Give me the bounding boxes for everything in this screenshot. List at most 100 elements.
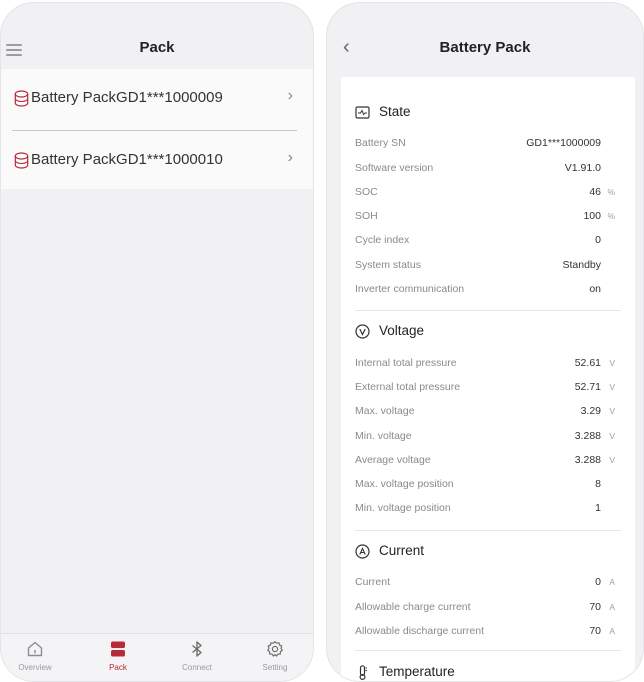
list-item[interactable]: Battery PackGD1***1000010 ›: [1, 131, 313, 191]
row-label: Current: [355, 576, 391, 588]
info-row: Average voltage 3.288 V: [355, 454, 615, 470]
page-title: Pack: [139, 39, 175, 56]
tab-label: Pack: [109, 663, 127, 672]
chevron-right-icon: ›: [287, 87, 293, 104]
page-title: Battery Pack: [439, 39, 531, 56]
row-label: Allowable charge current: [355, 601, 471, 613]
tab-overview[interactable]: Overview: [5, 634, 65, 681]
section-title: State: [379, 104, 411, 119]
divider: [355, 310, 621, 311]
info-row: System status Standby: [355, 259, 615, 275]
row-label: System status: [355, 259, 421, 271]
tab-connect[interactable]: Connect: [167, 634, 227, 681]
row-value: 100: [583, 210, 601, 222]
info-row: Allowable charge current 70 A: [355, 601, 615, 617]
row-unit: %: [607, 211, 615, 221]
row-label: Inverter communication: [355, 283, 465, 295]
row-value: 3.29: [580, 405, 601, 417]
voltage-icon: [355, 324, 370, 339]
tab-label: Overview: [18, 663, 52, 672]
row-value: 8: [595, 478, 601, 490]
row-unit: %: [607, 187, 615, 197]
row-value: V1.91.0: [564, 162, 601, 174]
row-label: Average voltage: [355, 454, 431, 466]
battery-pack-detail-screen: ‹ Battery Pack State Battery SN GD1***10…: [326, 2, 644, 682]
row-value: 1: [595, 502, 601, 514]
row-value: 52.61: [574, 357, 601, 369]
info-row: Allowable discharge current 70 A: [355, 625, 615, 641]
thermometer-icon: [359, 665, 367, 680]
gear-icon: [267, 640, 283, 657]
info-row: SOH 100 %: [355, 210, 615, 226]
row-label: Battery SN: [355, 137, 406, 149]
row-label: Software version: [355, 162, 434, 174]
row-label: Cycle index: [355, 234, 410, 246]
row-value: 46: [589, 186, 601, 198]
tab-pack[interactable]: Pack: [88, 634, 148, 681]
row-label: Max. voltage position: [355, 478, 454, 490]
row-label: Max. voltage: [355, 405, 415, 417]
pack-item-label: Battery PackGD1***1000010: [31, 151, 223, 168]
section-title: Temperature: [379, 664, 455, 679]
list-item[interactable]: Battery PackGD1***1000009 ›: [1, 69, 313, 129]
divider: [355, 650, 621, 651]
tab-bar: Overview Pack Connect Setting: [1, 633, 313, 681]
row-unit: V: [609, 455, 615, 465]
header: Pack: [1, 3, 313, 69]
state-monitor-icon: [355, 106, 370, 119]
tab-setting[interactable]: Setting: [245, 634, 305, 681]
pack-list: Battery PackGD1***1000009 › Battery Pack…: [1, 69, 313, 189]
section-title: Voltage: [379, 323, 425, 338]
row-unit: A: [609, 626, 615, 636]
current-icon: [355, 544, 370, 559]
info-row: Internal total pressure 52.61 V: [355, 357, 615, 373]
row-label: SOH: [355, 210, 378, 222]
row-value: GD1***1000009: [526, 137, 601, 149]
row-label: Internal total pressure: [355, 357, 457, 369]
row-unit: A: [609, 602, 615, 612]
row-label: External total pressure: [355, 381, 461, 393]
header: ‹ Battery Pack: [327, 3, 643, 77]
row-label: Min. voltage position: [355, 502, 451, 514]
row-value: 3.288: [574, 430, 601, 442]
info-row: SOC 46 %: [355, 186, 615, 202]
row-value: on: [589, 283, 601, 295]
pack-item-label: Battery PackGD1***1000009: [31, 89, 223, 106]
info-row: Inverter communication on: [355, 283, 615, 299]
tab-label: Setting: [262, 663, 288, 672]
row-value: Standby: [562, 259, 601, 271]
row-value: 52.71: [574, 381, 601, 393]
row-value: 70: [589, 625, 601, 637]
battery-pack-icon: [14, 90, 29, 107]
details-card: State Battery SN GD1***1000009 Software …: [341, 77, 635, 681]
section-title: Current: [379, 543, 425, 558]
row-value: 3.288: [574, 454, 601, 466]
info-row: External total pressure 52.71 V: [355, 381, 615, 397]
row-label: Min. voltage: [355, 430, 412, 442]
row-label: SOC: [355, 186, 378, 198]
row-unit: A: [609, 577, 615, 587]
info-row: Max. voltage 3.29 V: [355, 405, 615, 421]
row-value: 0: [595, 576, 601, 588]
divider: [355, 530, 621, 531]
row-unit: V: [609, 406, 615, 416]
row-unit: V: [609, 358, 615, 368]
row-unit: V: [609, 382, 615, 392]
info-row: Cycle index 0: [355, 234, 615, 250]
battery-pack-icon: [14, 152, 29, 169]
info-row: Min. voltage 3.288 V: [355, 430, 615, 446]
home-icon: [27, 641, 43, 657]
chevron-right-icon: ›: [287, 149, 293, 166]
pack-list-screen: Pack Battery PackGD1***1000009 › Battery…: [0, 2, 314, 682]
row-value: 70: [589, 601, 601, 613]
info-row: Current 0 A: [355, 576, 615, 592]
info-row: Max. voltage position 8: [355, 478, 615, 494]
info-row: Software version V1.91.0: [355, 162, 615, 178]
info-row: Min. voltage position 1: [355, 502, 615, 518]
row-value: 0: [595, 234, 601, 246]
row-label: Allowable discharge current: [355, 625, 484, 637]
tab-label: Connect: [182, 663, 212, 672]
info-row: Battery SN GD1***1000009: [355, 137, 615, 153]
battery-pack-icon: [111, 641, 125, 657]
bluetooth-icon: [192, 641, 202, 657]
